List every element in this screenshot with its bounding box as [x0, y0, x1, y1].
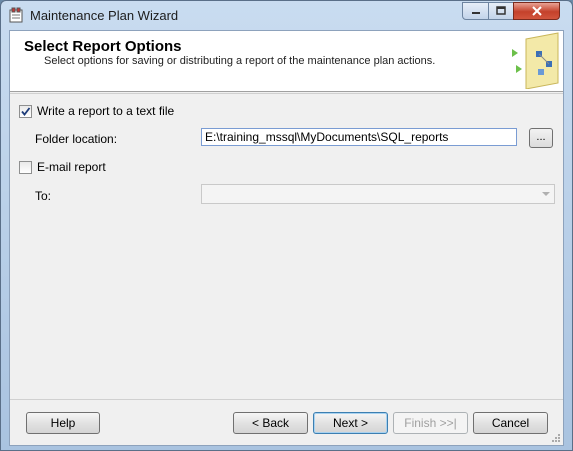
- folder-location-input[interactable]: E:\training_mssql\MyDocuments\SQL_report…: [201, 128, 517, 146]
- folder-location-label: Folder location:: [35, 132, 118, 146]
- finish-button[interactable]: Finish >>|: [393, 412, 468, 434]
- email-report-checkbox[interactable]: [19, 161, 32, 174]
- to-label: To:: [35, 189, 52, 203]
- wizard-window: Maintenance Plan Wizard Select Report Op…: [0, 0, 573, 451]
- page-title: Select Report Options: [24, 38, 182, 55]
- next-button[interactable]: Next >: [313, 412, 388, 434]
- cancel-button[interactable]: Cancel: [473, 412, 548, 434]
- resize-grip-icon[interactable]: [551, 433, 561, 443]
- wizard-app-icon: [9, 7, 23, 23]
- to-operator-dropdown[interactable]: [201, 184, 555, 204]
- minimize-icon: [471, 12, 480, 14]
- footer-divider: [10, 399, 563, 400]
- title-bar[interactable]: Maintenance Plan Wizard: [1, 1, 572, 29]
- wizard-page: Select Report Options Select options for…: [9, 30, 564, 446]
- back-button[interactable]: < Back: [233, 412, 308, 434]
- write-report-label[interactable]: Write a report to a text file: [37, 104, 174, 118]
- close-icon: [531, 6, 542, 16]
- header-divider: [10, 93, 563, 94]
- window-title: Maintenance Plan Wizard: [30, 8, 179, 23]
- checkmark-icon: [21, 107, 31, 116]
- browse-folder-button[interactable]: ...: [529, 128, 553, 148]
- maximize-icon: [496, 6, 506, 15]
- chevron-down-icon: [542, 192, 550, 196]
- maximize-button[interactable]: [488, 2, 514, 20]
- page-subtitle: Select options for saving or distributin…: [44, 55, 436, 67]
- wizard-banner-graphic-icon: [512, 32, 559, 89]
- write-report-checkbox[interactable]: [19, 105, 32, 118]
- minimize-button[interactable]: [462, 2, 489, 20]
- help-button[interactable]: Help: [26, 412, 100, 434]
- close-button[interactable]: [513, 2, 560, 20]
- page-header: Select Report Options Select options for…: [10, 31, 563, 92]
- email-report-label[interactable]: E-mail report: [37, 160, 106, 174]
